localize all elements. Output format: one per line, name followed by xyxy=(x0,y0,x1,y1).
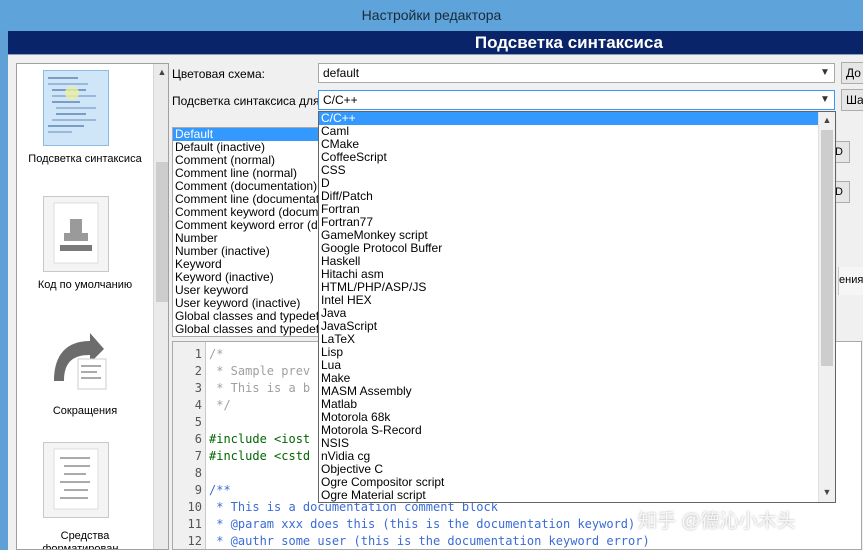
scroll-up-icon[interactable]: ▲ xyxy=(819,112,835,128)
language-option[interactable]: Fortran xyxy=(319,203,835,216)
syntax-language-label: Подсветка синтаксиса для: xyxy=(172,94,323,108)
code-text: * @authr some user (this is the document… xyxy=(209,534,650,548)
dropdown-scrollbar[interactable]: ▲ ▼ xyxy=(818,112,835,502)
language-option[interactable]: Lua xyxy=(319,359,835,372)
color-scheme-select[interactable]: default ▼ xyxy=(318,63,835,83)
code-text: */ xyxy=(209,398,231,412)
language-option[interactable]: Java xyxy=(319,307,835,320)
scroll-thumb[interactable] xyxy=(156,162,168,302)
sidebar-item-label: Сокращения xyxy=(52,405,118,417)
sidebar-item-abbreviations[interactable]: Сокращения xyxy=(17,322,153,432)
language-option[interactable]: C/C++ xyxy=(319,112,835,125)
line-number: 9 xyxy=(194,483,202,497)
sidebar-item-label: Код по умолчанию xyxy=(37,279,133,291)
code-text: * Sample prev xyxy=(209,364,311,378)
scroll-down-icon[interactable]: ▼ xyxy=(819,484,835,500)
token-list-item[interactable]: Global classes and typedefs (inactive) xyxy=(173,323,321,336)
language-option[interactable]: nVidia cg xyxy=(319,450,835,463)
language-option[interactable]: Matlab xyxy=(319,398,835,411)
line-number: 3 xyxy=(194,381,202,395)
settings-category-list[interactable]: Подсветка синтаксиса Код по умолчанию Со… xyxy=(16,63,169,550)
code-text: * This is a b xyxy=(209,381,311,395)
language-option[interactable]: Motorola S-Record xyxy=(319,424,835,437)
color-scheme-value: default xyxy=(323,66,360,80)
code-text: /* xyxy=(209,347,224,361)
line-number: 5 xyxy=(194,415,202,429)
syntax-language-side-button[interactable]: Ша xyxy=(841,89,863,111)
abbreviation-arrow-icon xyxy=(43,322,109,398)
watermark: 知乎 @德沁小木头 xyxy=(638,511,796,532)
syntax-language-select[interactable]: C/C++ ▼ xyxy=(318,90,835,110)
language-option[interactable]: JavaScript xyxy=(319,320,835,333)
language-option[interactable]: Ogre Material script xyxy=(319,489,835,502)
line-number: 11 xyxy=(187,517,202,531)
color-scheme-label: Цветовая схема: xyxy=(172,67,265,81)
sidebar-scrollbar[interactable]: ▲ xyxy=(153,64,168,549)
chevron-down-icon: ▼ xyxy=(820,67,830,78)
stamp-icon xyxy=(43,196,109,272)
language-option[interactable]: HTML/PHP/ASP/JS xyxy=(319,281,835,294)
language-option[interactable]: Diff/Patch xyxy=(319,190,835,203)
line-number: 4 xyxy=(194,398,202,412)
line-number: 10 xyxy=(187,500,202,514)
color-scheme-side-button[interactable]: До xyxy=(841,62,863,84)
line-number: 7 xyxy=(194,449,202,463)
sidebar-item-label: Подсветка синтаксиса xyxy=(28,153,142,165)
language-dropdown-list[interactable]: C/C++ Caml CMake CoffeeScript CSS D Diff/Patch… xyxy=(318,111,836,503)
formatter-icon xyxy=(43,442,109,518)
language-option[interactable]: Lisp xyxy=(319,346,835,359)
language-option[interactable]: Google Protocol Buffer xyxy=(319,242,835,255)
sidebar-item-default-code[interactable]: Код по умолчанию xyxy=(17,196,153,306)
right-panel-fragment: ения п xyxy=(838,267,863,295)
sidebar-item-label: Средства форматирован... xyxy=(42,530,128,550)
page-header: Подсветка синтаксиса xyxy=(8,31,863,55)
line-number: 8 xyxy=(194,466,202,480)
language-option[interactable]: Caml xyxy=(319,125,835,138)
line-number: 6 xyxy=(194,432,202,446)
language-option[interactable]: LaTeX xyxy=(319,333,835,346)
language-option[interactable]: Intel HEX xyxy=(319,294,835,307)
syntax-highlight-icon xyxy=(43,70,109,146)
scroll-thumb[interactable] xyxy=(821,130,833,366)
syntax-language-value: C/C++ xyxy=(323,93,358,107)
window-title: Настройки редактора xyxy=(361,7,502,23)
style-token-list[interactable]: Default Default (inactive) Comment (normal… xyxy=(172,127,322,337)
code-text: /** xyxy=(209,483,231,497)
line-number: 1 xyxy=(194,347,202,361)
sidebar-item-formatters[interactable]: Средства форматирован... xyxy=(17,442,153,550)
language-option[interactable]: CoffeeScript xyxy=(319,151,835,164)
language-option[interactable]: NSIS xyxy=(319,437,835,450)
language-option[interactable]: D xyxy=(319,177,835,190)
language-option[interactable]: CSS xyxy=(319,164,835,177)
window-titlebar: Настройки редактора xyxy=(0,0,863,31)
page-title: Подсветка синтаксиса xyxy=(474,33,663,52)
chevron-down-icon: ▼ xyxy=(820,94,830,105)
sidebar-item-syntax-highlight[interactable]: Подсветка синтаксиса xyxy=(17,70,153,180)
code-text: #include <iost xyxy=(209,432,311,446)
language-option[interactable]: Haskell xyxy=(319,255,835,268)
line-number: 12 xyxy=(187,534,202,548)
code-text: #include <cstd xyxy=(209,449,311,463)
language-option[interactable]: CMake xyxy=(319,138,835,151)
line-number: 2 xyxy=(194,364,202,378)
code-text: * @param xxx does this (this is the docu… xyxy=(209,517,636,531)
language-option[interactable]: MASM Assembly xyxy=(319,385,835,398)
scroll-up-icon[interactable]: ▲ xyxy=(154,64,168,80)
